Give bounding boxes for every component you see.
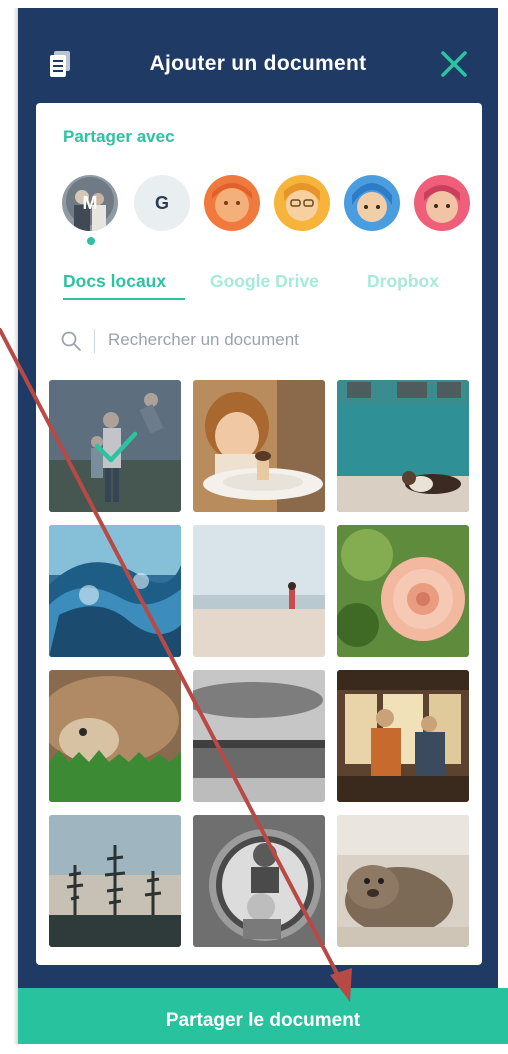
document-thumbnail-child-porthole[interactable] — [193, 815, 325, 947]
panel-title: Ajouter un document — [149, 52, 367, 75]
tab-local-docs[interactable]: Docs locaux — [63, 271, 166, 292]
recipient-avatar-6[interactable] — [414, 175, 470, 231]
document-thumbnail-cat-grass[interactable] — [49, 670, 181, 802]
share-with-label: Partager avec — [63, 127, 175, 146]
search-divider — [94, 329, 95, 353]
tab-dropbox[interactable]: Dropbox — [367, 271, 439, 292]
avatar-initial: M — [82, 193, 98, 213]
panel-header: Ajouter un document — [18, 8, 498, 103]
share-document-button[interactable]: Partager le document — [18, 988, 508, 1044]
document-thumbnail-girl-dessert[interactable] — [193, 380, 325, 512]
document-thumbnail-silhouette-trees[interactable] — [49, 815, 181, 947]
recipient-avatar-3[interactable] — [204, 175, 260, 231]
document-thumbnail-men-window[interactable] — [337, 670, 469, 802]
recipient-avatar-m[interactable]: M — [62, 175, 118, 231]
source-tabs: Docs locaux Google Drive Dropbox — [63, 271, 482, 305]
active-tab-underline — [63, 298, 185, 300]
recipient-avatar-list: M G — [62, 175, 482, 245]
tab-google-drive[interactable]: Google Drive — [210, 271, 319, 292]
document-picker-card: Partager avec M G Docs locaux Google Dri… — [36, 103, 482, 965]
recipient-avatar-5[interactable] — [344, 175, 400, 231]
document-thumbnail-rose[interactable] — [337, 525, 469, 657]
recipient-avatar-g[interactable]: G — [134, 175, 190, 231]
search-icon — [61, 331, 81, 351]
close-icon[interactable] — [437, 47, 471, 81]
document-thumbnail-beach[interactable] — [193, 525, 325, 657]
document-thumbnail-bw-sea[interactable] — [193, 670, 325, 802]
selected-indicator-dot — [87, 237, 95, 245]
avatar-initial: G — [154, 193, 169, 213]
search-input[interactable] — [108, 325, 438, 355]
document-thumbnail-family[interactable] — [49, 380, 181, 512]
document-thumbnail-cat-wall[interactable] — [337, 380, 469, 512]
document-search — [58, 325, 458, 357]
document-thumbnail-seal[interactable] — [337, 815, 469, 947]
document-thumbnail-wave[interactable] — [49, 525, 181, 657]
recipient-avatar-4[interactable] — [274, 175, 330, 231]
